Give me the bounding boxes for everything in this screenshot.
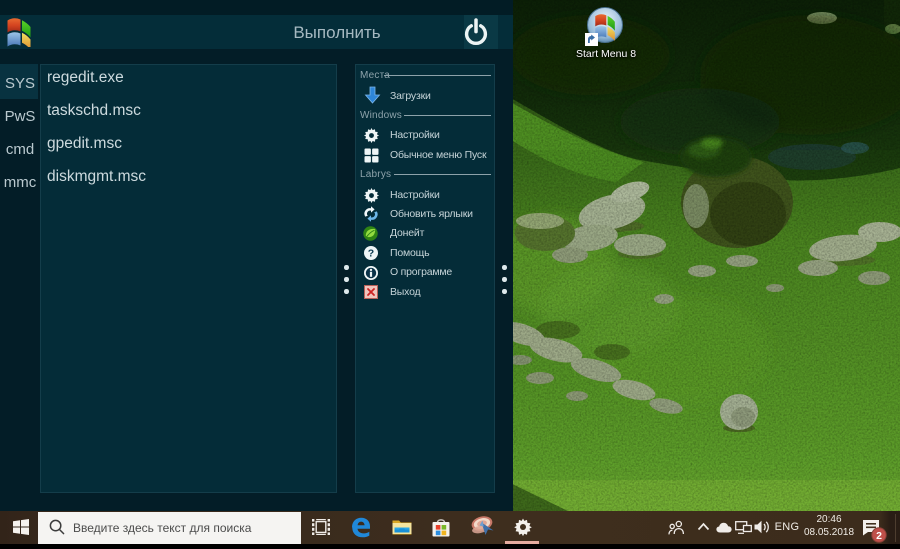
svg-text:?: ? (368, 248, 374, 260)
svg-text:2: 2 (876, 530, 882, 542)
